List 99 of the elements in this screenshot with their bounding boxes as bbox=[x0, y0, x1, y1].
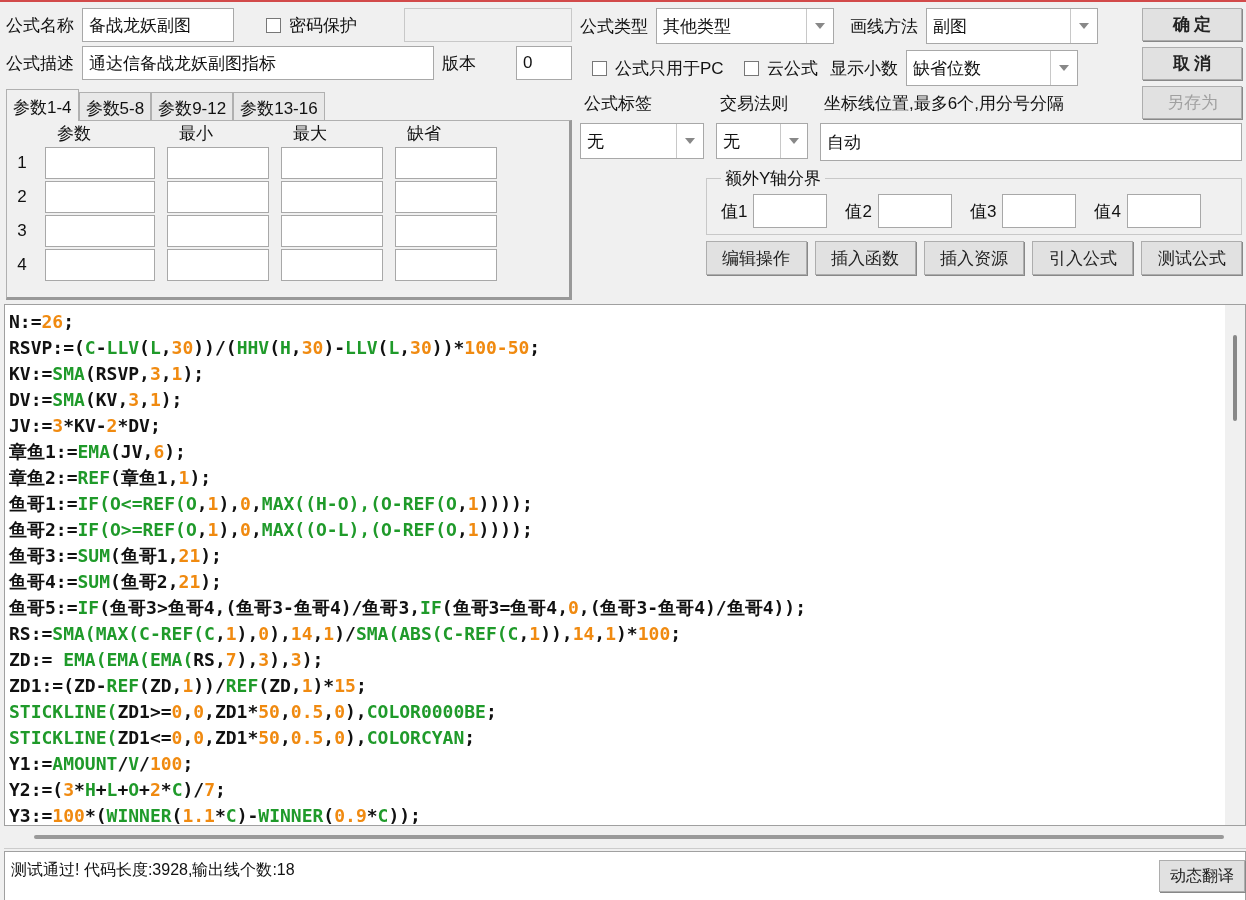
parameter-field[interactable] bbox=[395, 181, 497, 213]
tab[interactable]: 参数9-12 bbox=[151, 92, 234, 120]
parameter-field[interactable] bbox=[167, 181, 269, 213]
code-line: ZD1:=(ZD-REF(ZD,1))/REF(ZD,1)*15; bbox=[9, 674, 368, 698]
parameter-field[interactable] bbox=[45, 181, 155, 213]
parameter-field[interactable] bbox=[395, 215, 497, 247]
checkbox-label: 密码保护 bbox=[289, 14, 357, 37]
parameter-field[interactable] bbox=[167, 215, 269, 247]
code-line: STICKLINE(ZD1<=0,0,ZD1*50,0.5,0),COLORCYAN; bbox=[9, 726, 477, 750]
dialog-button[interactable]: 取 消 bbox=[1142, 47, 1242, 80]
code-line: RSVP:=(C-LLV(L,30))/(HHV(H,30)-LLV(L,30))*100-50; bbox=[9, 336, 542, 360]
axis-lines-field[interactable]: 自动 bbox=[820, 123, 1242, 161]
status-message: 测试通过! 代码长度:3928,输出线个数:18 bbox=[10, 860, 296, 880]
code-line: KV:=SMA(RSVP,3,1); bbox=[9, 362, 206, 386]
action-button[interactable]: 插入资源 bbox=[923, 241, 1025, 275]
parameter-field[interactable] bbox=[395, 249, 497, 281]
parameter-field[interactable] bbox=[281, 181, 383, 213]
tab[interactable]: 参数1-4 bbox=[6, 89, 79, 121]
value-field[interactable] bbox=[1002, 194, 1077, 228]
caret-icon bbox=[1079, 23, 1089, 29]
parameter-field[interactable] bbox=[167, 147, 269, 179]
name-field[interactable]: 备战龙妖副图 bbox=[82, 8, 234, 42]
group-title: 额外Y轴分界 bbox=[724, 168, 823, 190]
column-header: 缺省 bbox=[406, 123, 442, 145]
field-label: 值3 bbox=[969, 200, 997, 223]
password-field[interactable] bbox=[404, 8, 572, 42]
translate-button[interactable]: 动态翻译 bbox=[1159, 860, 1245, 892]
parameter-field[interactable] bbox=[281, 249, 383, 281]
action-button[interactable]: 引入公式 bbox=[1032, 241, 1134, 275]
tab[interactable]: 参数5-8 bbox=[78, 92, 152, 120]
checkbox[interactable] bbox=[266, 17, 281, 33]
parameter-field[interactable] bbox=[45, 147, 155, 179]
checkbox-label: 公式只用于PC bbox=[615, 57, 724, 80]
field-label: 坐标线位置,最多6个,用分号分隔 bbox=[824, 93, 1064, 115]
value-field[interactable] bbox=[753, 194, 828, 228]
dialog-button[interactable]: 确 定 bbox=[1142, 8, 1242, 41]
action-button[interactable]: 编辑操作 bbox=[706, 241, 807, 275]
caret-icon bbox=[685, 138, 695, 144]
checkbox-label: 云公式 bbox=[766, 57, 818, 80]
code-line: Y3:=100*(WINNER(1.1*C)-WINNER(0.9*C)); bbox=[9, 804, 422, 825]
scrollbar-thumb[interactable] bbox=[34, 835, 1224, 839]
field-label: 公式名称 bbox=[6, 14, 74, 37]
code-editor[interactable] bbox=[5, 305, 1225, 825]
trade-rule-dropdown[interactable]: 无 bbox=[716, 123, 808, 159]
field-label: 值2 bbox=[845, 200, 872, 223]
code-line: STICKLINE(ZD1>=0,0,ZD1*50,0.5,0),COLOR0000BE; bbox=[9, 700, 498, 724]
code-line: 鱼哥2:=IF(O>=REF(O,1),0,MAX((O-L),(O-REF(O,1)))); bbox=[9, 518, 534, 542]
draw-method-dropdown[interactable]: 副图 bbox=[926, 8, 1098, 44]
checkbox[interactable] bbox=[592, 60, 607, 76]
field-label: 值1 bbox=[721, 200, 748, 223]
row-number: 2 bbox=[16, 186, 28, 208]
code-line: 章鱼2:=REF(章鱼1,1); bbox=[9, 466, 213, 490]
type-dropdown[interactable]: 其他类型 bbox=[656, 8, 834, 44]
version-field[interactable]: 0 bbox=[516, 46, 572, 80]
code-line: 鱼哥1:=IF(O<=REF(O,1),0,MAX((H-O),(O-REF(O,1)))); bbox=[9, 492, 534, 516]
caret-icon bbox=[815, 23, 825, 29]
field-label: 画线方法 bbox=[850, 15, 918, 38]
tab[interactable]: 参数13-16 bbox=[233, 92, 325, 120]
value-field[interactable] bbox=[877, 194, 952, 228]
code-line: ZD:= EMA(EMA(EMA(RS,7),3),3); bbox=[9, 648, 325, 672]
tag-dropdown[interactable]: 无 bbox=[580, 123, 704, 159]
parameter-field[interactable] bbox=[45, 215, 155, 247]
code-line: N:=26; bbox=[9, 310, 76, 334]
row-number: 1 bbox=[16, 152, 28, 174]
row-number: 3 bbox=[16, 220, 28, 242]
parameter-field[interactable] bbox=[45, 249, 155, 281]
description-field[interactable]: 通达信备战龙妖副图指标 bbox=[82, 46, 434, 80]
column-header: 最小 bbox=[178, 123, 214, 145]
field-label: 显示小数 bbox=[829, 57, 898, 80]
column-header: 参数 bbox=[56, 123, 92, 145]
scrollbar-thumb[interactable] bbox=[1233, 335, 1237, 421]
parameter-field[interactable] bbox=[281, 215, 383, 247]
row-number: 4 bbox=[16, 254, 28, 276]
code-line: RS:=SMA(MAX(C-REF(C,1),0),14,1)/SMA(ABS(C-REF(C,1)),14,1)*100; bbox=[9, 622, 683, 646]
field-label: 版本 bbox=[442, 52, 476, 75]
decimals-dropdown[interactable]: 缺省位数 bbox=[905, 50, 1078, 86]
code-line: DV:=SMA(KV,3,1); bbox=[9, 388, 184, 412]
field-label: 公式描述 bbox=[6, 52, 74, 75]
code-line: Y1:=AMOUNT/V/100; bbox=[9, 752, 195, 776]
field-label: 交易法则 bbox=[720, 93, 789, 115]
field-label: 公式类型 bbox=[580, 15, 648, 38]
field-label: 公式标签 bbox=[583, 93, 653, 115]
caret-icon bbox=[1058, 65, 1069, 71]
parameter-field[interactable] bbox=[281, 147, 383, 179]
parameter-field[interactable] bbox=[395, 147, 497, 179]
code-line: Y2:=(3*H+L+O+2*C)/7; bbox=[9, 778, 227, 802]
field-label: 值4 bbox=[1094, 200, 1121, 223]
code-line: 鱼哥4:=SUM(鱼哥2,21); bbox=[9, 570, 223, 594]
action-button[interactable]: 测试公式 bbox=[1141, 241, 1242, 275]
checkbox[interactable] bbox=[743, 60, 759, 76]
code-line: 章鱼1:=EMA(JV,6); bbox=[9, 440, 187, 464]
parameter-field[interactable] bbox=[167, 249, 269, 281]
code-line: JV:=3*KV-2*DV; bbox=[9, 414, 162, 438]
action-button[interactable]: 插入函数 bbox=[814, 241, 916, 275]
value-field[interactable] bbox=[1126, 194, 1201, 228]
caret-icon bbox=[789, 138, 799, 144]
code-line: 鱼哥5:=IF(鱼哥3>鱼哥4,(鱼哥3-鱼哥4)/鱼哥3,IF(鱼哥3=鱼哥4,0,(鱼哥3-鱼哥4)/鱼哥4)); bbox=[9, 596, 808, 620]
code-line: 鱼哥3:=SUM(鱼哥1,21); bbox=[9, 544, 223, 568]
column-header: 最大 bbox=[292, 123, 328, 145]
